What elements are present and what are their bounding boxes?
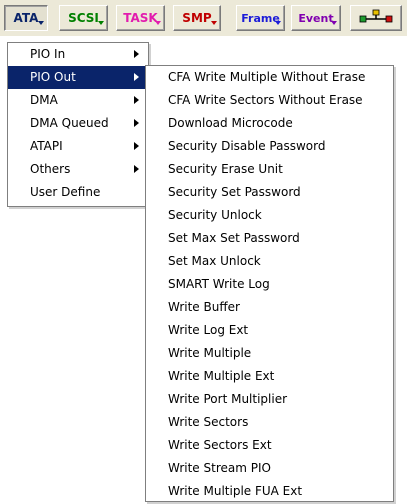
event-button-label: Event <box>298 11 334 25</box>
menu-item-security-disable-password[interactable]: Security Disable Password <box>146 135 393 158</box>
ata-button-label: ATA <box>13 11 39 25</box>
menu-item-write-log-ext[interactable]: Write Log Ext <box>146 319 393 342</box>
menu-item-set-max-unlock[interactable]: Set Max Unlock <box>146 250 393 273</box>
menu-item-write-port-multiplier[interactable]: Write Port Multiplier <box>146 388 393 411</box>
menu-item-write-multiple[interactable]: Write Multiple <box>146 342 393 365</box>
menu-item-security-set-password[interactable]: Security Set Password <box>146 181 393 204</box>
chevron-right-icon <box>134 165 139 173</box>
menu-item-write-multiple-ext[interactable]: Write Multiple Ext <box>146 365 393 388</box>
menu-item-security-erase-unit[interactable]: Security Erase Unit <box>146 158 393 181</box>
chevron-down-icon <box>275 21 281 25</box>
menu-item-label: User Define <box>30 185 101 199</box>
menu-item-write-stream-pio[interactable]: Write Stream PIO <box>146 457 393 480</box>
menu-item-write-multiple-fua-ext[interactable]: Write Multiple FUA Ext <box>146 480 393 503</box>
menu-item-cfa-write-multiple-without-erase[interactable]: CFA Write Multiple Without Erase <box>146 66 393 89</box>
menu-item-label: Others <box>30 162 71 176</box>
ata-button[interactable]: ATA <box>4 5 48 31</box>
toolbar: ATA SCSI TASK SMP Frame Event <box>0 0 407 36</box>
menu-item-set-max-set-password[interactable]: Set Max Set Password <box>146 227 393 250</box>
scsi-button[interactable]: SCSI <box>59 5 108 31</box>
chevron-down-icon <box>155 21 161 25</box>
smp-button-label: SMP <box>182 11 212 25</box>
menu-item-write-sectors-ext[interactable]: Write Sectors Ext <box>146 434 393 457</box>
menu-item-label: ATAPI <box>30 139 63 153</box>
network-connect-button[interactable] <box>350 5 402 31</box>
menu-item-label: PIO In <box>30 47 66 61</box>
network-connect-icon <box>359 9 393 23</box>
menu-item-label: DMA <box>30 93 58 107</box>
smp-button[interactable]: SMP <box>173 5 221 31</box>
task-button-label: TASK <box>123 11 158 25</box>
menu-item-smart-write-log[interactable]: SMART Write Log <box>146 273 393 296</box>
chevron-down-icon <box>98 21 104 25</box>
menu-item-dma[interactable]: DMA <box>8 89 148 112</box>
task-button[interactable]: TASK <box>116 5 165 31</box>
pio-out-submenu: CFA Write Multiple Without Erase CFA Wri… <box>145 65 394 502</box>
scsi-button-label: SCSI <box>68 11 99 25</box>
menu-item-dma-queued[interactable]: DMA Queued <box>8 112 148 135</box>
menu-item-pio-in[interactable]: PIO In <box>8 43 148 66</box>
frame-button[interactable]: Frame <box>236 5 285 31</box>
menu-item-atapi[interactable]: ATAPI <box>8 135 148 158</box>
chevron-right-icon <box>134 119 139 127</box>
chevron-right-icon <box>134 73 139 81</box>
menu-item-write-sectors[interactable]: Write Sectors <box>146 411 393 434</box>
menu-item-cfa-write-sectors-without-erase[interactable]: CFA Write Sectors Without Erase <box>146 89 393 112</box>
chevron-down-icon <box>38 21 44 25</box>
event-button[interactable]: Event <box>291 5 341 31</box>
menu-item-download-microcode[interactable]: Download Microcode <box>146 112 393 135</box>
menu-item-write-buffer[interactable]: Write Buffer <box>146 296 393 319</box>
frame-button-label: Frame <box>241 11 280 25</box>
chevron-down-icon <box>331 21 337 25</box>
chevron-right-icon <box>134 142 139 150</box>
menu-item-pio-out[interactable]: PIO Out <box>8 66 148 89</box>
ata-menu: PIO In PIO Out DMA DMA Queued ATAPI Othe… <box>7 42 149 207</box>
chevron-right-icon <box>134 50 139 58</box>
menu-item-others[interactable]: Others <box>8 158 148 181</box>
menu-item-label: PIO Out <box>30 70 76 84</box>
menu-item-security-unlock[interactable]: Security Unlock <box>146 204 393 227</box>
chevron-right-icon <box>134 96 139 104</box>
menu-item-user-define[interactable]: User Define <box>8 181 148 204</box>
menu-item-label: DMA Queued <box>30 116 109 130</box>
chevron-down-icon <box>211 21 217 25</box>
